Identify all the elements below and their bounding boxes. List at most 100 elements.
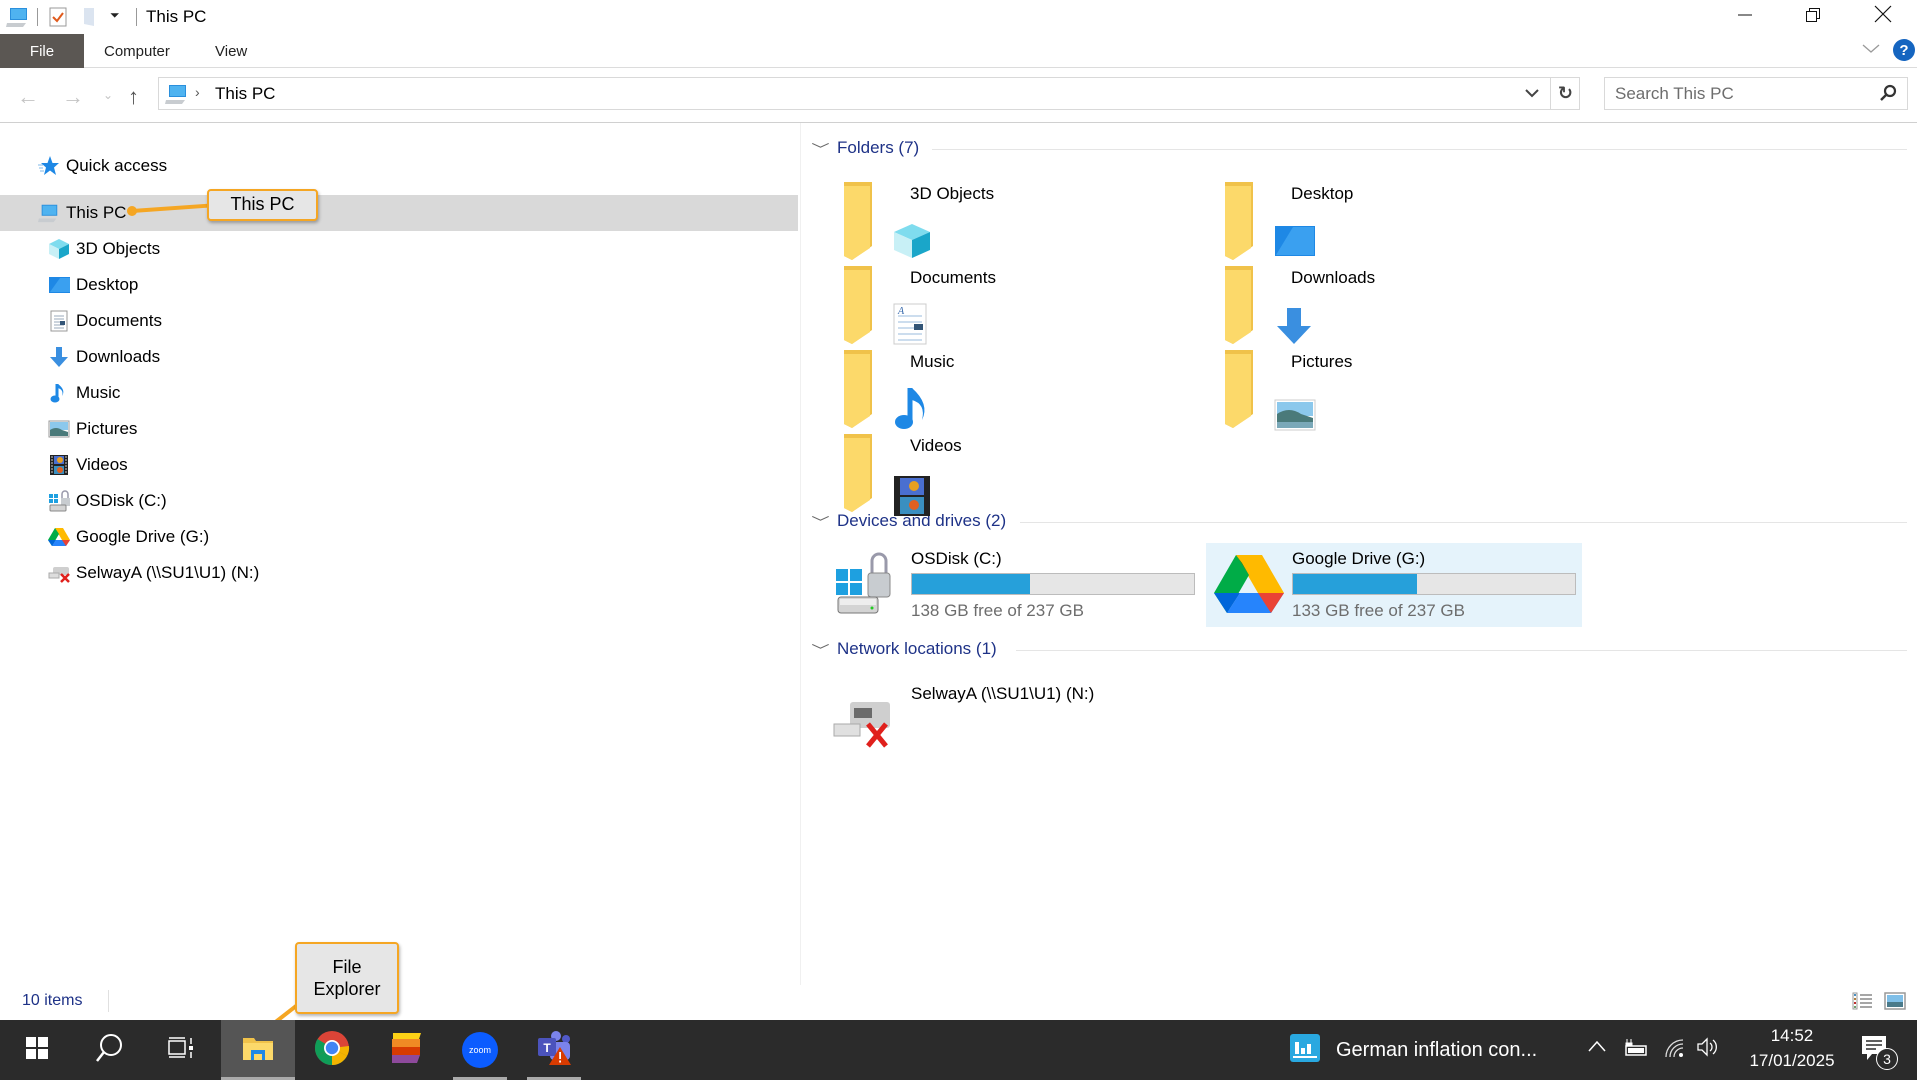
folder-tile-downloads[interactable]: Downloads bbox=[1223, 264, 1603, 344]
nav-this-pc[interactable]: This PC bbox=[0, 195, 798, 231]
nav-item-osdisk-c[interactable]: OSDisk (C:) bbox=[0, 483, 798, 519]
ribbon-tabs: File Computer View ? bbox=[0, 34, 1917, 68]
drive-usage-fill bbox=[912, 574, 1030, 594]
nav-item-google-drive-g[interactable]: Google Drive (G:) bbox=[0, 519, 798, 555]
folder-tile-documents[interactable]: A Documents bbox=[842, 264, 1222, 345]
nav-label: Documents bbox=[76, 311, 162, 330]
clock[interactable]: 14:52 17/01/2025 bbox=[1740, 1026, 1844, 1071]
task-view-button[interactable] bbox=[144, 1020, 218, 1080]
up-arrow-icon: ↑ bbox=[128, 84, 139, 109]
address-bar[interactable]: › This PC ↻ bbox=[158, 77, 1580, 110]
tile-label: 3D Objects bbox=[910, 184, 995, 203]
volume-icon[interactable] bbox=[1696, 1036, 1720, 1063]
recent-locations-button[interactable]: ⌄ bbox=[103, 88, 113, 102]
taskbar-office-app[interactable] bbox=[369, 1020, 443, 1080]
nav-item-desktop[interactable]: Desktop bbox=[0, 267, 798, 303]
svg-text:A: A bbox=[897, 306, 905, 317]
title-bar: ⏷ This PC bbox=[0, 0, 1917, 34]
forward-button[interactable]: → bbox=[62, 84, 84, 110]
tab-view[interactable]: View bbox=[215, 34, 247, 68]
group-header-folders[interactable]: ﹀ Folders (7) bbox=[811, 138, 920, 158]
folder-tile-music[interactable]: Music bbox=[842, 348, 1222, 429]
show-hidden-icons-icon[interactable] bbox=[1588, 1039, 1606, 1057]
nav-item-pictures[interactable]: Pictures bbox=[0, 411, 798, 447]
search-icon bbox=[95, 1033, 123, 1068]
details-view-icon[interactable] bbox=[1852, 992, 1874, 1015]
search-input[interactable]: Search This PC bbox=[1615, 84, 1734, 104]
group-header-network[interactable]: ﹀ Network locations (1) bbox=[811, 639, 996, 659]
chrome-icon bbox=[314, 1030, 350, 1071]
nav-item-videos[interactable]: Videos bbox=[0, 447, 798, 483]
nav-item-music[interactable]: Music bbox=[0, 375, 798, 411]
nav-item-downloads[interactable]: Downloads bbox=[0, 339, 798, 375]
nav-item-documents[interactable]: Documents bbox=[0, 303, 798, 339]
svg-text:T: T bbox=[543, 1041, 551, 1055]
folder-tile-videos[interactable]: Videos bbox=[842, 432, 1222, 516]
customize-quick-access-icon[interactable]: ⏷ bbox=[110, 8, 120, 23]
tile-label: Downloads bbox=[1291, 268, 1376, 287]
cube-icon bbox=[48, 238, 70, 260]
folder-tile-3d-objects[interactable]: 3D Objects bbox=[842, 180, 1222, 260]
up-button[interactable]: ↑ bbox=[128, 84, 139, 110]
nav-item-3d-objects[interactable]: 3D Objects bbox=[0, 231, 798, 267]
this-pc-icon bbox=[6, 6, 30, 33]
taskbar-file-explorer[interactable] bbox=[221, 1020, 295, 1080]
nav-label: Downloads bbox=[76, 347, 161, 366]
google-drive-icon bbox=[48, 526, 70, 548]
divider bbox=[1016, 650, 1907, 651]
music-note-icon bbox=[48, 382, 70, 404]
group-title: Folders (7) bbox=[837, 138, 920, 157]
pane-divider[interactable] bbox=[800, 123, 801, 985]
notification-app-title: German inflation con... bbox=[1336, 1038, 1538, 1061]
large-icons-view-icon[interactable] bbox=[1884, 992, 1906, 1015]
start-button[interactable] bbox=[0, 1020, 74, 1080]
minimize-button[interactable] bbox=[1710, 0, 1780, 34]
search-button[interactable] bbox=[72, 1020, 146, 1080]
nav-label: Music bbox=[76, 383, 121, 402]
callout-text: Explorer bbox=[313, 979, 381, 999]
new-folder-icon[interactable] bbox=[82, 6, 98, 33]
tab-file[interactable]: File bbox=[0, 34, 84, 68]
taskbar-chrome[interactable] bbox=[295, 1020, 369, 1080]
chevron-down-icon: ﹀ bbox=[811, 141, 830, 157]
drive-free-space: 133 GB free of 237 GB bbox=[1292, 601, 1465, 620]
taskbar-notification-app[interactable]: German inflation con... bbox=[1290, 1020, 1537, 1080]
tab-computer[interactable]: Computer bbox=[104, 34, 170, 68]
taskbar-zoom[interactable]: zoom bbox=[443, 1020, 517, 1080]
close-button[interactable] bbox=[1848, 0, 1917, 34]
back-button[interactable]: ← bbox=[17, 84, 39, 110]
battery-plugged-icon[interactable] bbox=[1624, 1038, 1648, 1061]
breadcrumb-this-pc[interactable]: This PC bbox=[215, 84, 275, 104]
download-arrow-icon bbox=[48, 346, 70, 368]
network-location-selwaya[interactable]: SelwayA (\\SU1\U1) (N:) bbox=[828, 680, 1208, 760]
help-icon[interactable]: ? bbox=[1893, 39, 1915, 61]
chevron-down-icon: ﹀ bbox=[811, 642, 830, 658]
nav-label: This PC bbox=[66, 203, 127, 222]
drive-tile-google-drive-g[interactable]: Google Drive (G:) 133 GB free of 237 GB bbox=[1206, 543, 1582, 627]
this-pc-icon bbox=[38, 202, 60, 224]
notification-count-badge: 3 bbox=[1876, 1048, 1898, 1070]
breadcrumb-chevron-icon[interactable]: › bbox=[195, 84, 200, 100]
nav-item-selwaya-su1-u1-n[interactable]: SelwayA (\\SU1\U1) (N:) bbox=[0, 555, 798, 591]
taskbar: zoom T German inflation con... 14:52 17/… bbox=[0, 1020, 1917, 1080]
minimize-icon bbox=[1737, 6, 1753, 29]
folder-tile-pictures[interactable]: Pictures bbox=[1223, 348, 1603, 431]
picture-icon bbox=[48, 418, 70, 440]
expand-ribbon-icon[interactable] bbox=[1862, 42, 1880, 60]
taskbar-teams[interactable]: T bbox=[517, 1020, 591, 1080]
task-view-icon bbox=[167, 1036, 195, 1065]
back-arrow-icon: ← bbox=[17, 84, 39, 109]
action-center-button[interactable]: 3 bbox=[1856, 1030, 1900, 1074]
nav-quick-access[interactable]: Quick access bbox=[0, 148, 798, 184]
wifi-icon[interactable] bbox=[1664, 1038, 1684, 1063]
clock-time: 14:52 bbox=[1770, 1026, 1814, 1045]
refresh-icon[interactable]: ↻ bbox=[1558, 83, 1573, 104]
drive-tile-osdisk-c[interactable]: OSDisk (C:) 138 GB free of 237 GB bbox=[828, 543, 1204, 627]
nav-label: Pictures bbox=[76, 419, 138, 438]
search-box[interactable]: Search This PC bbox=[1604, 77, 1908, 110]
properties-checkmark-icon[interactable] bbox=[48, 6, 68, 33]
teams-icon: T bbox=[536, 1030, 572, 1071]
folder-tile-desktop[interactable]: Desktop bbox=[1223, 180, 1603, 260]
restore-button[interactable] bbox=[1778, 0, 1848, 34]
address-dropdown-icon[interactable] bbox=[1525, 86, 1539, 104]
